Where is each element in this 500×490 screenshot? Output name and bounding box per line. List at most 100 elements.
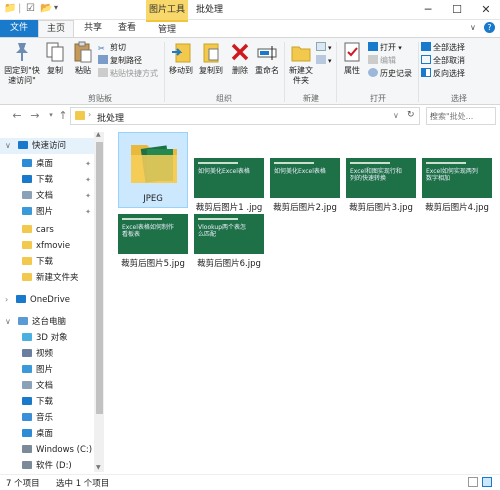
cut-button[interactable]: ✂ 剪切 [98, 42, 126, 54]
tab-file[interactable]: 文件 [0, 20, 38, 37]
tab-home[interactable]: 主页 [38, 20, 74, 37]
paste-button[interactable]: 粘贴 [70, 40, 96, 76]
paste-shortcut-button[interactable]: 粘贴快捷方式 [98, 68, 158, 80]
file-name: 裁剪后图片1 .jpg [195, 203, 263, 213]
delete-button[interactable]: 删除 [228, 40, 252, 76]
sidebar-item[interactable]: 文档 ✦ [0, 188, 94, 204]
address-bar[interactable]: › 批处理 ∨ ↻ [70, 107, 420, 125]
new-item-button[interactable]: ▾ [316, 42, 332, 54]
sidebar-item[interactable]: 3D 对象 [0, 330, 94, 346]
paste-shortcut-icon [98, 68, 108, 77]
sidebar-item[interactable]: cars [0, 222, 94, 238]
details-view-icon[interactable] [468, 477, 478, 487]
file-item[interactable]: Excel表格如何制作看板表 裁剪后图片5.jpg [118, 214, 188, 269]
sidebar-item[interactable]: 音乐 [0, 410, 94, 426]
separator: | [18, 3, 22, 14]
file-item[interactable]: Excel和图实现行和列的快速转换 裁剪后图片3.jpg [346, 158, 416, 213]
file-item[interactable]: Excel如何实现两列数字相加 裁剪后图片4.jpg [422, 158, 492, 213]
sidebar-item[interactable]: ∨ 快速访问 [0, 138, 94, 154]
back-button[interactable]: ← [10, 109, 24, 122]
thumbnail-text: Excel表格如何制作看板表 [122, 224, 174, 238]
tab-view[interactable]: 查看 [110, 20, 144, 37]
expand-icon[interactable]: ∨ [5, 138, 11, 154]
close-button[interactable]: ✕ [472, 0, 500, 20]
sidebar-item[interactable]: 下载 ✦ [0, 172, 94, 188]
search-input[interactable]: 搜索"批处... ⌕ [426, 107, 496, 125]
folder-icon: 📁 [4, 3, 17, 14]
pin-icon: ✦ [85, 208, 91, 216]
large-icons-view-icon[interactable] [482, 477, 492, 487]
open-label: 打开 [380, 43, 396, 52]
history-button[interactable]: 历史记录 [368, 68, 412, 80]
folder-icon [22, 241, 32, 249]
sidebar-item[interactable]: ∨ 这台电脑 [0, 314, 94, 330]
sidebar-item[interactable]: 新建文件夹 [0, 270, 94, 286]
document-icon [22, 381, 32, 389]
easy-access-button[interactable]: ▾ [316, 55, 332, 67]
address-dropdown-icon[interactable]: ∨ [393, 111, 399, 120]
sidebar-item-label: 图片 [36, 207, 54, 217]
pin-quick-access-button[interactable]: 固定到"快速访问" [4, 40, 40, 86]
quick-access-dropdown-icon[interactable]: ▾ [54, 3, 58, 12]
new-folder-quick-icon[interactable]: 📂 [40, 3, 52, 14]
ribbon-collapse-icon[interactable]: ∨ [470, 23, 476, 32]
forward-button[interactable]: → [28, 109, 42, 122]
open-button[interactable]: 打开 ▾ [368, 42, 402, 54]
desktop-icon [22, 429, 32, 437]
sidebar-item-label: 新建文件夹 [36, 273, 79, 283]
invert-selection-button[interactable]: 反向选择 [421, 68, 465, 80]
rename-icon [257, 46, 277, 60]
move-to-button[interactable]: 移动到 [166, 40, 196, 76]
new-folder-button[interactable]: 新建文件夹 [286, 40, 316, 86]
thumbnail-text: Vlookup两个表怎么匹配 [198, 224, 247, 238]
rename-button[interactable]: 重命名 [252, 40, 282, 76]
copy-path-button[interactable]: 复制路径 [98, 55, 142, 67]
sidebar-item[interactable]: 桌面 ✦ [0, 156, 94, 172]
select-all-button[interactable]: 全部选择 [421, 42, 465, 54]
expand-icon[interactable]: ∨ [5, 314, 11, 330]
breadcrumb[interactable]: 批处理 [97, 111, 124, 124]
edit-button[interactable]: 编辑 [368, 55, 396, 67]
minimize-button[interactable]: ─ [414, 0, 442, 20]
tab-share[interactable]: 共享 [76, 20, 110, 37]
copy-to-button[interactable]: 复制到 [196, 40, 226, 76]
selected-count: 选中 1 个项目 [56, 479, 110, 489]
new-folder-icon [291, 46, 311, 62]
sidebar-item[interactable]: 文档 [0, 378, 94, 394]
up-button[interactable]: ↑ [56, 109, 70, 122]
new-item-icon [316, 42, 326, 51]
file-item[interactable]: 如何美化Excel表格 裁剪后图片2.jpg [270, 158, 340, 213]
sidebar-item[interactable]: 图片 ✦ [0, 204, 94, 220]
sidebar-item[interactable]: xfmovie [0, 238, 94, 254]
sidebar-item[interactable]: Windows (C:) [0, 442, 94, 458]
file-item[interactable]: Vlookup两个表怎么匹配 裁剪后图片6.jpg [194, 214, 264, 269]
sidebar-item[interactable]: › OneDrive [0, 292, 94, 308]
sidebar-item[interactable]: 软件 (D:) [0, 458, 94, 474]
sidebar-item[interactable]: 下载 [0, 254, 94, 270]
open-icon [368, 42, 378, 51]
sidebar-item[interactable]: 下载 [0, 394, 94, 410]
sidebar-item[interactable]: 图片 [0, 362, 94, 378]
paste-shortcut-label: 粘贴快捷方式 [110, 69, 158, 78]
scroll-up-icon[interactable]: ▲ [96, 131, 101, 138]
sidebar-item[interactable]: 桌面 [0, 426, 94, 442]
drive-icon [22, 461, 32, 469]
expand-icon[interactable]: › [5, 292, 8, 308]
thumbnail-header-line [274, 162, 314, 164]
scrollbar-thumb[interactable] [96, 142, 103, 414]
scroll-down-icon[interactable]: ▼ [96, 464, 101, 471]
maximize-button[interactable]: ☐ [443, 0, 471, 20]
help-icon[interactable]: ? [484, 22, 495, 33]
refresh-button[interactable]: ↻ [407, 110, 415, 120]
properties-button[interactable]: 属性 [338, 40, 366, 76]
select-none-button[interactable]: 全部取消 [421, 55, 465, 67]
sidebar-item[interactable]: 视频 [0, 346, 94, 362]
cloud-icon [16, 295, 26, 303]
organize-group-label: 组织 [216, 94, 232, 103]
folder-item[interactable]: JPEG [118, 132, 188, 208]
copy-button[interactable]: 复制 [42, 40, 68, 76]
tab-manage[interactable]: 管理 [146, 20, 188, 37]
picture-icon [22, 365, 32, 373]
properties-quick-icon[interactable]: ☑ [26, 3, 35, 14]
file-item[interactable]: 如何美化Excel表格 裁剪后图片1 .jpg [194, 158, 264, 213]
